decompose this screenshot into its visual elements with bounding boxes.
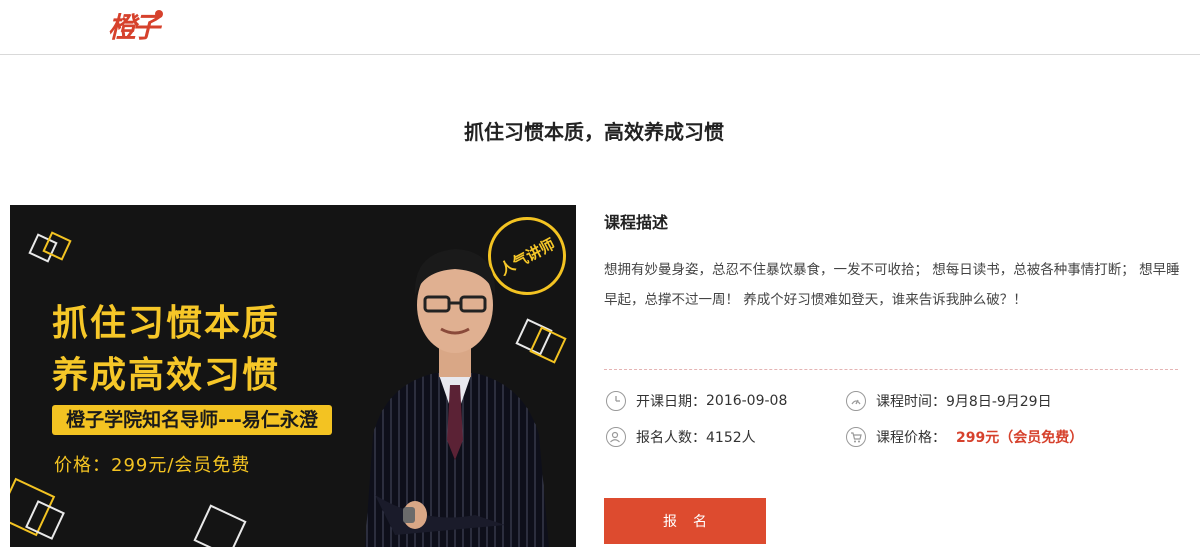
people-icon [606, 427, 626, 447]
price-label: 课程价格： [876, 430, 946, 446]
dashed-divider [604, 369, 1178, 370]
description-title: 课程描述 [604, 213, 669, 232]
banner-headline: 抓住习惯本质 养成高效习惯 [52, 298, 280, 402]
page-title: 抓住习惯本质，高效养成习惯 [464, 120, 724, 144]
banner-headline-line2: 养成高效习惯 [52, 355, 281, 396]
description-text: 想拥有妙曼身姿，总忍不住暴饮暴食，一发不可收拾； 想每日读书，总被各种事情打断；… [604, 262, 1180, 308]
start-date-label: 开课日期： [636, 394, 706, 410]
enrolled-value: 4152人 [706, 430, 756, 446]
teacher-photo [365, 249, 549, 547]
decor-square [193, 504, 247, 547]
enrolled-row: 报名人数： 4152人 [606, 425, 756, 449]
gauge-icon [846, 391, 866, 411]
period-label: 课程时间： [876, 394, 946, 410]
course-banner: 抓住习惯本质 养成高效习惯 橙子学院知名导师---易仁永澄 价格：299元/会员… [10, 205, 576, 547]
start-date-value: 2016-09-08 [706, 393, 788, 409]
top-header: 橙子 [0, 0, 1200, 55]
enrolled-label: 报名人数： [636, 430, 706, 446]
banner-price: 价格：299元/会员免费 [54, 455, 251, 476]
teacher-tag: 橙子学院知名导师---易仁永澄 [52, 405, 332, 435]
cart-icon [846, 427, 866, 447]
period-value: 9月8日-9月29日 [946, 394, 1052, 410]
start-date-row: 开课日期： 2016-09-08 [606, 389, 787, 413]
period-row: 课程时间： 9月8日-9月29日 [846, 389, 1052, 413]
brand-logo[interactable]: 橙子 [108, 6, 160, 46]
course-info: 课程描述 想拥有妙曼身姿，总忍不住暴饮暴食，一发不可收拾； 想每日读书，总被各种… [604, 205, 1180, 315]
price-value: 299元（会员免费） [956, 430, 1084, 446]
logo-dot [155, 10, 163, 18]
signup-button[interactable]: 报名 [604, 498, 766, 544]
price-row: 课程价格： 299元（会员免费） [846, 425, 1083, 449]
clock-icon [606, 391, 626, 411]
banner-headline-line1: 抓住习惯本质 [52, 303, 281, 344]
